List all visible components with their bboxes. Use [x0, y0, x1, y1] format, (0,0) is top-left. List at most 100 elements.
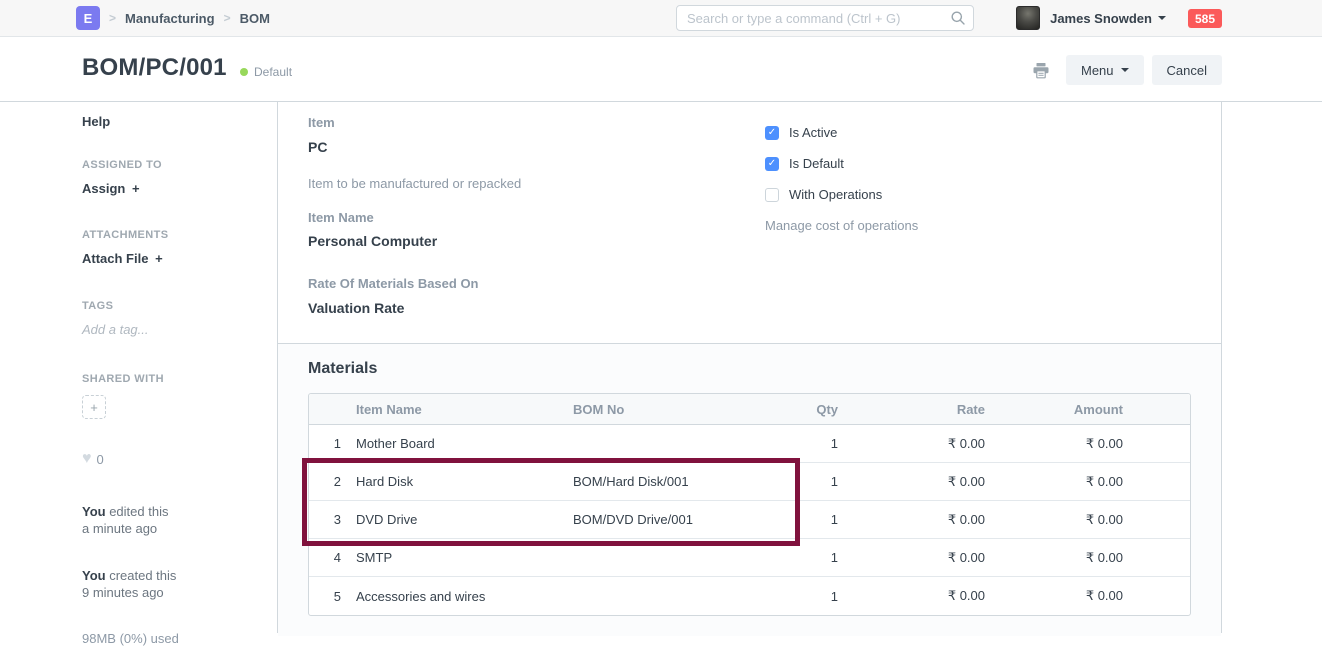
- menu-button-label: Menu: [1081, 63, 1114, 78]
- cell-amount[interactable]: ₹ 0.00: [993, 474, 1131, 490]
- row-index: 1: [309, 436, 349, 451]
- attach-file-button[interactable]: Attach File +: [82, 251, 257, 266]
- menu-button[interactable]: Menu: [1066, 55, 1144, 85]
- chevron-right-icon: >: [109, 11, 116, 25]
- navbar-user-area: James Snowden 585: [1016, 6, 1222, 30]
- user-menu[interactable]: James Snowden: [1050, 11, 1152, 26]
- cell-amount[interactable]: ₹ 0.00: [993, 512, 1131, 528]
- plus-icon: +: [90, 400, 98, 415]
- global-search: [676, 5, 974, 31]
- cell-item-name[interactable]: DVD Drive: [349, 512, 567, 527]
- plus-icon: +: [155, 251, 163, 266]
- row-index: 5: [309, 589, 349, 604]
- item-field-label: Item: [308, 115, 765, 130]
- breadcrumb-item-manufacturing[interactable]: Manufacturing: [125, 11, 215, 26]
- operations-note: Manage cost of operations: [765, 218, 1191, 233]
- edited-who: You: [82, 504, 106, 519]
- edited-when: a minute ago: [82, 520, 257, 537]
- head-actions: Menu Cancel: [1032, 55, 1222, 85]
- form-area: Item PC Item to be manufactured or repac…: [277, 102, 1222, 633]
- notification-count-badge[interactable]: 585: [1188, 9, 1222, 28]
- print-button[interactable]: [1032, 62, 1050, 79]
- chevron-down-icon: [1121, 68, 1129, 72]
- table-row-5[interactable]: 5 Accessories and wires 1 ₹ 0.00 ₹ 0.00: [309, 577, 1190, 615]
- edited-activity: You edited this a minute ago: [82, 503, 257, 537]
- doc-status: Default: [240, 65, 292, 79]
- is-active-checkbox[interactable]: ✓: [765, 126, 779, 140]
- column-header-bom-no: BOM No: [567, 402, 757, 417]
- cell-item-name[interactable]: Accessories and wires: [349, 589, 567, 604]
- cell-qty[interactable]: 1: [757, 436, 846, 451]
- materials-grid: Item Name BOM No Qty Rate Amount 1 Mothe…: [308, 393, 1191, 616]
- edited-action: edited this: [106, 504, 169, 519]
- sidebar: Help ASSIGNED TO Assign + ATTACHMENTS At…: [0, 102, 277, 633]
- cell-amount[interactable]: ₹ 0.00: [993, 550, 1131, 566]
- created-activity: You created this 9 minutes ago: [82, 567, 257, 601]
- heart-icon[interactable]: ♥: [82, 451, 92, 467]
- form-column-right: ✓ Is Active ✓ Is Default With Operations…: [765, 115, 1191, 343]
- form-section-main: Item PC Item to be manufactured or repac…: [278, 102, 1221, 343]
- assign-button[interactable]: Assign +: [82, 181, 257, 196]
- item-name-field-value[interactable]: Personal Computer: [308, 233, 765, 249]
- materials-grid-header: Item Name BOM No Qty Rate Amount: [309, 394, 1190, 425]
- cell-item-name[interactable]: Hard Disk: [349, 474, 567, 489]
- table-row-2[interactable]: 2 Hard Disk BOM/Hard Disk/001 1 ₹ 0.00 ₹…: [309, 463, 1190, 501]
- breadcrumb-item-bom[interactable]: BOM: [240, 11, 270, 26]
- user-avatar[interactable]: [1016, 6, 1040, 30]
- shared-with-heading: SHARED WITH: [82, 373, 257, 385]
- plus-icon: +: [132, 181, 140, 196]
- cell-qty[interactable]: 1: [757, 589, 846, 604]
- add-share-button[interactable]: +: [82, 395, 106, 419]
- created-who: You: [82, 568, 106, 583]
- cancel-button[interactable]: Cancel: [1152, 55, 1222, 85]
- cell-rate[interactable]: ₹ 0.00: [846, 474, 993, 490]
- is-default-checkbox[interactable]: ✓: [765, 157, 779, 171]
- cell-rate[interactable]: ₹ 0.00: [846, 550, 993, 566]
- cell-bom-no[interactable]: BOM/Hard Disk/001: [567, 474, 757, 489]
- cell-amount[interactable]: ₹ 0.00: [993, 436, 1131, 452]
- column-header-item-name: Item Name: [349, 402, 567, 417]
- created-action: created this: [106, 568, 177, 583]
- is-active-checkbox-row[interactable]: ✓ Is Active: [765, 125, 1191, 140]
- cell-qty[interactable]: 1: [757, 474, 846, 489]
- cell-rate[interactable]: ₹ 0.00: [846, 588, 993, 604]
- cell-rate[interactable]: ₹ 0.00: [846, 436, 993, 452]
- item-field-description: Item to be manufactured or repacked: [308, 176, 765, 191]
- cell-bom-no[interactable]: BOM/DVD Drive/001: [567, 512, 757, 527]
- with-operations-checkbox[interactable]: [765, 188, 779, 202]
- assigned-to-heading: ASSIGNED TO: [82, 159, 257, 171]
- cancel-button-label: Cancel: [1167, 63, 1207, 78]
- row-index: 2: [309, 474, 349, 489]
- with-operations-checkbox-row[interactable]: With Operations: [765, 187, 1191, 202]
- cell-qty[interactable]: 1: [757, 550, 846, 565]
- cell-item-name[interactable]: SMTP: [349, 550, 567, 565]
- item-field-value[interactable]: PC: [308, 139, 765, 155]
- like-count: 0: [97, 452, 104, 467]
- with-operations-label: With Operations: [789, 187, 882, 202]
- cell-rate[interactable]: ₹ 0.00: [846, 512, 993, 528]
- row-index: 4: [309, 550, 349, 565]
- chevron-right-icon: >: [224, 11, 231, 25]
- table-row-1[interactable]: 1 Mother Board 1 ₹ 0.00 ₹ 0.00: [309, 425, 1190, 463]
- sidebar-help-link[interactable]: Help: [82, 114, 257, 129]
- is-default-label: Is Default: [789, 156, 844, 171]
- column-header-qty: Qty: [757, 402, 846, 417]
- assign-label: Assign: [82, 181, 125, 196]
- materials-section: Materials Item Name BOM No Qty Rate Amou…: [278, 343, 1221, 636]
- status-label: Default: [254, 65, 292, 79]
- is-default-checkbox-row[interactable]: ✓ Is Default: [765, 156, 1191, 171]
- rate-basis-field-value[interactable]: Valuation Rate: [308, 300, 765, 316]
- materials-heading: Materials: [308, 360, 1191, 378]
- page-head: BOM/PC/001 Default Menu Cancel: [0, 37, 1322, 102]
- table-row-4[interactable]: 4 SMTP 1 ₹ 0.00 ₹ 0.00: [309, 539, 1190, 577]
- cell-qty[interactable]: 1: [757, 512, 846, 527]
- table-row-3[interactable]: 3 DVD Drive BOM/DVD Drive/001 1 ₹ 0.00 ₹…: [309, 501, 1190, 539]
- chevron-down-icon: [1158, 16, 1166, 20]
- search-input[interactable]: [676, 5, 974, 31]
- cell-item-name[interactable]: Mother Board: [349, 436, 567, 451]
- add-tag-input[interactable]: Add a tag...: [82, 322, 257, 337]
- item-name-field-label: Item Name: [308, 210, 765, 225]
- app-logo[interactable]: E: [76, 6, 100, 30]
- created-when: 9 minutes ago: [82, 584, 257, 601]
- cell-amount[interactable]: ₹ 0.00: [993, 588, 1131, 604]
